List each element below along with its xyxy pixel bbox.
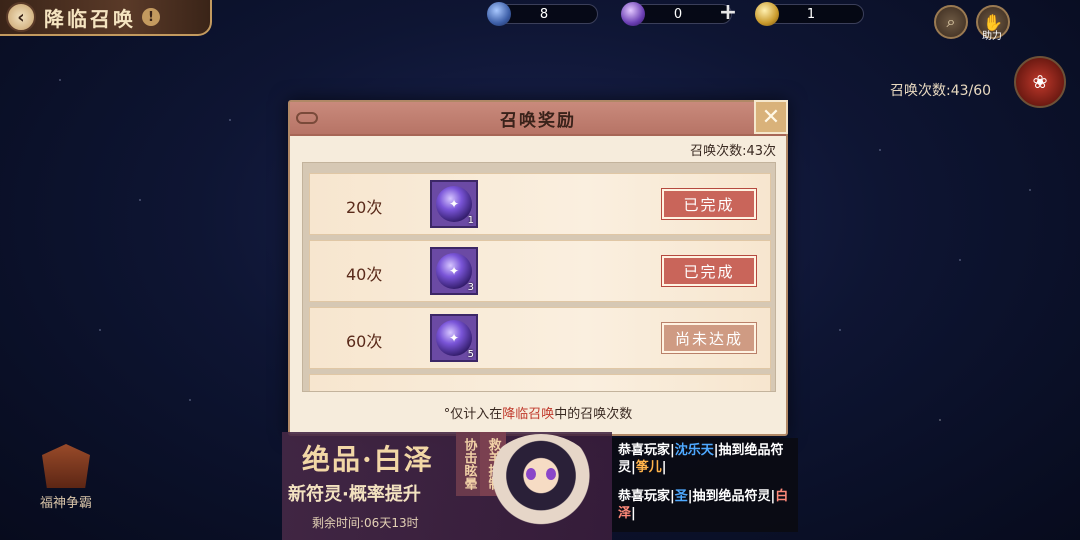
page-title: 降临召唤 <box>44 6 136 31</box>
reward-item-slot[interactable]: ✦ 1 <box>430 180 478 228</box>
lucky-bag-icon: ❀ <box>1032 71 1048 93</box>
footnote-highlight: 降临召唤 <box>502 407 555 422</box>
summon-reward-dialog: 召唤奖励 ✕ 召唤次数:43次 20次 ✦ 1 已完成 40次 ✦ 3 已完成 … <box>288 100 788 436</box>
shield-emblem-icon <box>42 444 90 488</box>
banner-subtitle: 新符灵·概率提升 <box>288 484 421 505</box>
purple-orb-icon: ✦ <box>436 253 472 289</box>
reward-row-partial <box>309 374 771 391</box>
summon-count: 召唤次数:43次 <box>690 144 776 159</box>
msg-prefix: 恭喜玩家 <box>618 443 671 458</box>
player-name: 沈乐天 <box>674 443 714 458</box>
footnote-prefix: °仅计入在 <box>443 407 503 422</box>
reward-list[interactable]: 20次 ✦ 1 已完成 40次 ✦ 3 已完成 60次 ✦ 5 尚未达成 <box>302 162 776 392</box>
blue-orb-icon <box>487 2 511 26</box>
status-button[interactable]: 尚未达成 <box>662 323 756 353</box>
title-plate: ‹ 降临召唤 ! <box>0 0 212 36</box>
eye-icon <box>546 468 556 480</box>
fushen-event-button[interactable]: 福神争霸 <box>34 444 98 511</box>
milestone-label: 20次 <box>346 198 383 217</box>
dialog-title: 召唤奖励 <box>500 110 576 131</box>
item-quantity: 5 <box>467 349 474 360</box>
reward-name: 筝儿 <box>635 460 662 475</box>
help-label: 助力 <box>982 31 1002 42</box>
reward-item-slot[interactable]: ✦ 3 <box>430 247 478 295</box>
banner-title: 绝品·白泽 <box>302 443 434 476</box>
banner-time: 剩余时间:06天13时 <box>312 516 419 530</box>
summon-progress-text: 召唤次数:43/60 <box>890 83 992 99</box>
footnote-suffix: 中的召唤次数 <box>554 407 633 422</box>
add-currency-button[interactable]: + <box>718 0 738 25</box>
item-quantity: 3 <box>467 282 474 293</box>
announcement-message: 恭喜玩家|沈乐天|抽到绝品符灵|筝儿| <box>618 443 784 475</box>
blue-orb-currency: 8 <box>487 2 598 26</box>
purple-orb-icon <box>621 2 645 26</box>
gold-coin-icon <box>755 2 779 26</box>
top-bar: ‹ 降临召唤 ! 8 0 + 1 ⌕ ✋ 助力 <box>0 0 1080 42</box>
purple-orb-icon: ✦ <box>436 186 472 222</box>
fushen-label: 福神争霸 <box>39 496 92 511</box>
ranking-button[interactable]: ⌕ <box>934 5 968 39</box>
reward-item-slot[interactable]: ✦ 5 <box>430 314 478 362</box>
status-button[interactable]: 已完成 <box>662 189 756 219</box>
character-portrait <box>482 434 600 538</box>
player-name: 圣 <box>674 489 688 504</box>
magnifier-chart-icon: ⌕ <box>946 12 956 31</box>
hook-ornament-icon <box>296 112 318 124</box>
announcement-message: 恭喜玩家|圣|抽到绝品符灵|白泽| <box>618 489 789 521</box>
msg-prefix: 恭喜玩家 <box>618 489 671 504</box>
status-button[interactable]: 已完成 <box>662 256 756 286</box>
purple-orb-icon: ✦ <box>436 320 472 356</box>
reward-row: 20次 ✦ 1 已完成 <box>309 173 771 235</box>
purple-orb-currency: 0 <box>621 2 732 26</box>
featured-banner[interactable]: 绝品·白泽 新符灵·概率提升 剩余时间:06天13时 协击眩晕 救羊控制 <box>282 432 612 540</box>
close-icon: ✕ <box>761 104 781 130</box>
reward-row: 60次 ✦ 5 尚未达成 <box>309 307 771 369</box>
eye-icon <box>526 468 536 480</box>
info-icon[interactable]: ! <box>142 8 160 26</box>
close-button[interactable]: ✕ <box>754 100 788 134</box>
gold-coin-currency: 1 <box>755 2 864 26</box>
reward-bag-button[interactable]: ❀ <box>1014 56 1066 108</box>
msg-middle: 抽到绝品符灵 <box>692 489 771 504</box>
reward-row: 40次 ✦ 3 已完成 <box>309 240 771 302</box>
item-quantity: 1 <box>467 215 474 226</box>
skill-tag: 协击眩晕 <box>456 432 482 496</box>
milestone-label: 60次 <box>346 332 383 351</box>
chevron-left-icon: ‹ <box>17 6 25 28</box>
dialog-header: 召唤奖励 ✕ <box>290 100 788 136</box>
milestone-label: 40次 <box>346 265 383 284</box>
back-button[interactable]: ‹ <box>6 2 36 32</box>
announcement-ticker: 恭喜玩家|沈乐天|抽到绝品符灵|筝儿| 恭喜玩家|圣|抽到绝品符灵|白泽| <box>612 438 798 532</box>
footnote: °仅计入在降临召唤中的召唤次数 <box>290 403 786 422</box>
